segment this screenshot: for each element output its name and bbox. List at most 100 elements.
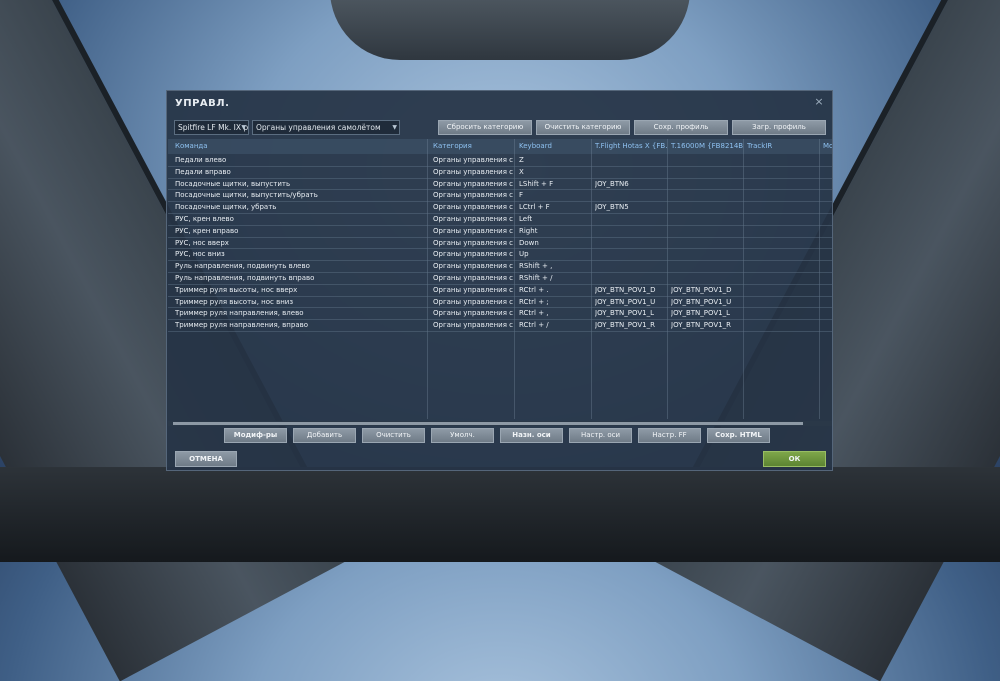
table-cell: Посадочные щитки, убрать [175, 203, 277, 212]
table-cell: Триммер руля направления, влево [175, 309, 304, 318]
table-cell: Органы управления сам [433, 203, 513, 212]
table-row[interactable]: Триммер руля высоты, нос вверх Органы упр… [168, 285, 832, 297]
table-cell: JOY_BTN_POV1_U [671, 297, 732, 306]
table-cell: Руль направления, подвинуть вправо [175, 273, 315, 282]
table-cell: LShift + F [519, 179, 554, 188]
column-header[interactable]: Команда [175, 142, 208, 150]
table-cell: Педали влево [175, 156, 227, 164]
table-cell: LCtrl + F [519, 203, 550, 212]
table-cell: Руль направления, подвинуть влево [175, 262, 310, 271]
table-row[interactable]: Триммер руля направления, вправо Органы у… [168, 320, 832, 332]
table-cell: Триммер руля направления, вправо [175, 321, 309, 330]
table-row[interactable]: Руль направления, подвинуть вправо Органы… [168, 273, 832, 285]
table-row[interactable]: РУС, нос вниз Органы управления сам Up [168, 249, 832, 262]
table-cell: Up [519, 250, 529, 259]
column-header[interactable]: Keyboard [519, 142, 552, 150]
category-select[interactable]: Органы управления самолётом ▼ [252, 120, 400, 135]
table-cell: RCtrl + , [519, 309, 549, 318]
scrollbar-thumb[interactable] [173, 422, 803, 425]
table-cell: JOY_BTN_POV1_R [671, 321, 731, 330]
table-cell: Z [519, 156, 524, 164]
table-cell: Органы управления сам [433, 321, 513, 330]
axis-assign-button[interactable]: Назн. оси [500, 428, 563, 443]
table-cell: Посадочные щитки, выпустить [175, 179, 291, 188]
table-row[interactable]: РУС, нос вверх Органы управления сам Down [168, 238, 832, 250]
table-row[interactable]: Триммер руля направления, влево Органы уп… [168, 308, 832, 321]
close-icon[interactable]: × [813, 96, 825, 108]
table-cell: RCtrl + ; [519, 297, 549, 306]
table-cell: Органы управления сам [433, 179, 513, 188]
modifiers-button[interactable]: Модиф-ры [224, 428, 287, 443]
add-button[interactable]: Добавить [293, 428, 356, 443]
table-cell: Down [519, 238, 539, 247]
column-header[interactable]: Mo [823, 142, 832, 150]
table-cell: Триммер руля высоты, нос вниз [175, 297, 294, 306]
table-cell: RCtrl + / [519, 321, 549, 330]
table-cell: Посадочные щитки, выпустить/убрать [175, 191, 318, 200]
table-row[interactable]: Триммер руля высоты, нос вниз Органы упра… [168, 297, 832, 309]
table-cell: JOY_BTN6 [595, 179, 629, 188]
table-cell: Органы управления сам [433, 226, 513, 235]
column-header[interactable]: T.Flight Hotas X {FB... [595, 142, 667, 150]
table-cell: Органы управления сам [433, 262, 513, 271]
column-header[interactable]: T.16000M {FB8214B... [671, 142, 743, 150]
table-row[interactable]: РУС, крен влево Органы управления сам Left [168, 214, 832, 226]
table-cell: JOY_BTN_POV1_D [595, 285, 656, 294]
table-cell: RShift + , [519, 262, 553, 271]
chevron-down-icon: ▼ [392, 124, 397, 131]
column-header[interactable]: Категория [433, 142, 472, 150]
table-cell: RCtrl + . [519, 285, 549, 294]
canopy-frame-top [330, 0, 690, 60]
table-cell: Триммер руля высоты, нос вверх [175, 285, 298, 294]
top-toolbar: Spitfire LF Mk. IX pe ▼ Органы управлени… [174, 120, 826, 136]
table-cell: X [519, 167, 524, 176]
load-profile-button[interactable]: Загр. профиль [732, 120, 826, 135]
cancel-button[interactable]: ОТМЕНА [175, 451, 237, 467]
table-cell: РУС, нос вниз [175, 250, 225, 259]
table-body: Педали влево Органы управления сам ZПедали… [168, 155, 832, 332]
table-row[interactable]: Педали вправо Органы управления сам X [168, 167, 832, 179]
axis-tune-button[interactable]: Настр. оси [569, 428, 632, 443]
horizontal-scrollbar[interactable] [168, 421, 832, 426]
table-cell: Органы управления сам [433, 309, 513, 318]
table-cell: JOY_BTN_POV1_U [595, 297, 656, 306]
table-row[interactable]: Посадочные щитки, убрать Органы управлени… [168, 202, 832, 214]
table-cell: Органы управления сам [433, 191, 513, 200]
save-html-button[interactable]: Сохр. HTML [707, 428, 770, 443]
table-cell: Органы управления сам [433, 167, 513, 176]
ok-button[interactable]: ОК [763, 451, 826, 467]
table-cell: JOY_BTN_POV1_L [595, 309, 655, 318]
table-cell: РУС, нос вверх [175, 238, 229, 247]
table-row[interactable]: Посадочные щитки, выпустить/убрать Органы… [168, 190, 832, 203]
aircraft-select-value: Spitfire LF Mk. IX pe [178, 123, 249, 132]
table-cell: JOY_BTN_POV1_D [671, 285, 732, 294]
default-button[interactable]: Умолч. [431, 428, 494, 443]
chevron-down-icon: ▼ [241, 124, 246, 131]
table-cell: Органы управления сам [433, 250, 513, 259]
table-cell: JOY_BTN_POV1_L [671, 309, 731, 318]
aircraft-select[interactable]: Spitfire LF Mk. IX pe ▼ [174, 120, 249, 135]
controls-dialog: УПРАВЛ. × Spitfire LF Mk. IX pe ▼ Органы… [166, 90, 833, 471]
table-cell: RShift + / [519, 273, 553, 282]
table-cell: Органы управления сам [433, 297, 513, 306]
table-cell: Left [519, 214, 533, 223]
table-row[interactable]: Посадочные щитки, выпустить Органы управл… [168, 179, 832, 191]
table-row[interactable]: Руль направления, подвинуть влево Органы … [168, 261, 832, 273]
column-header[interactable]: TrackIR [747, 142, 772, 150]
clear-button[interactable]: Очистить [362, 428, 425, 443]
table-cell: F [519, 191, 524, 200]
ff-tune-button[interactable]: Настр. FF [638, 428, 701, 443]
table-cell: РУС, крен вправо [175, 226, 239, 235]
table-cell: Right [519, 226, 538, 235]
clear-category-button[interactable]: Очистить категорию [536, 120, 630, 135]
table-row[interactable]: РУС, крен вправо Органы управления сам Rig… [168, 226, 832, 238]
table-cell: РУС, крен влево [175, 214, 234, 223]
reset-category-button[interactable]: Сбросить категорию [438, 120, 532, 135]
instrument-panel [0, 467, 1000, 562]
table-cell: Органы управления сам [433, 156, 513, 164]
table-row[interactable]: Педали влево Органы управления сам Z [168, 155, 832, 167]
table-cell: JOY_BTN_POV1_R [595, 321, 655, 330]
table-cell: Органы управления сам [433, 273, 513, 282]
save-profile-button[interactable]: Сохр. профиль [634, 120, 728, 135]
category-select-value: Органы управления самолётом [256, 123, 381, 132]
